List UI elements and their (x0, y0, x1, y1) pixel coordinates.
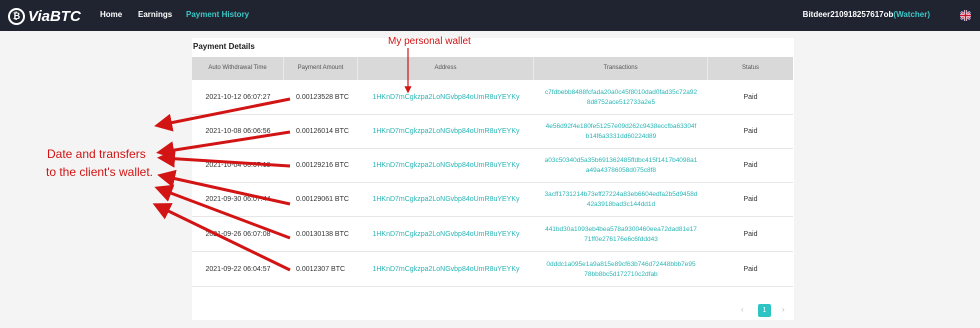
row-arrow-5 (154, 184, 291, 240)
row-arrow-4 (157, 169, 291, 206)
row-arrow-6 (152, 203, 291, 272)
row-arrow-2 (156, 130, 291, 160)
row-arrow-3 (157, 149, 291, 168)
row-arrow-1 (154, 97, 291, 132)
annotation-arrows (152, 48, 412, 272)
